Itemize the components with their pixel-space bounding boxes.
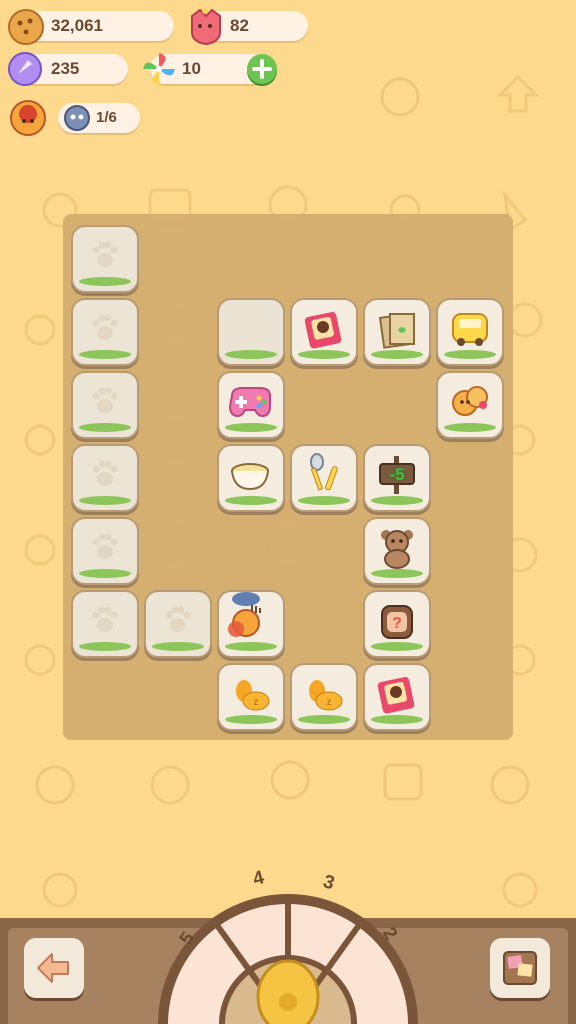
sleepy-chick-icon — [228, 592, 261, 637]
item-tile-signpost[interactable]: -5 — [365, 446, 429, 510]
paper-bag-icon — [378, 313, 415, 350]
dial-label-4: 4 — [251, 867, 267, 890]
paw-icon — [92, 533, 118, 559]
grass-patch — [371, 569, 423, 578]
inventory-button[interactable] — [490, 938, 550, 998]
golden-egg-icon[interactable] — [256, 959, 320, 1024]
teddy-bear-icon — [381, 530, 413, 570]
pink-heart-face-icon — [191, 8, 221, 46]
item-tile-sleeping-egg[interactable]: z — [219, 665, 283, 729]
pinwheel-flower-icon — [143, 53, 175, 85]
item-tile-sleeping-egg[interactable]: z — [292, 665, 356, 729]
grass-patch — [371, 350, 423, 359]
mystery-chest-icon: ? — [381, 605, 413, 640]
game-controller-icon — [228, 387, 271, 418]
paw-icon — [92, 387, 118, 413]
locked-tile[interactable] — [73, 519, 137, 583]
locked-tile[interactable] — [73, 446, 137, 510]
sleeping-egg-icon: z — [309, 680, 343, 711]
locked-tile[interactable] — [73, 592, 137, 656]
grass-patch — [79, 496, 131, 505]
grass-patch — [79, 277, 131, 286]
yellow-bus-icon — [452, 313, 488, 347]
item-tile-game-controller[interactable] — [219, 373, 283, 437]
grass-patch — [79, 642, 131, 651]
storybook-icon — [304, 312, 342, 349]
flowers-value: 10 — [182, 59, 201, 78]
grass-patch — [79, 350, 131, 359]
grass-patch — [152, 642, 204, 651]
spoon-fork-icon — [310, 453, 338, 492]
locked-tile[interactable] — [146, 592, 210, 656]
grass-patch — [444, 350, 496, 359]
item-tile-storybook[interactable] — [365, 665, 429, 729]
item-tile-chick-toys[interactable] — [438, 373, 502, 437]
item-tile-paper-bag[interactable] — [365, 300, 429, 364]
hearts-value: 82 — [230, 16, 249, 35]
grass-patch — [79, 569, 131, 578]
item-tile-soup-bowl[interactable] — [219, 446, 283, 510]
locked-tile[interactable] — [73, 227, 137, 291]
item-tile-mystery-chest[interactable]: ? — [365, 592, 429, 656]
item-tile-yellow-bus[interactable] — [438, 300, 502, 364]
locked-tile[interactable] — [73, 373, 137, 437]
grass-patch — [371, 642, 423, 651]
paw-icon — [92, 241, 118, 267]
quest-progress-value: 1/6 — [96, 109, 117, 126]
grass-patch — [298, 715, 350, 724]
soup-bowl-icon — [231, 463, 269, 491]
grass-patch — [225, 642, 277, 651]
chick-avatar-icon[interactable] — [6, 96, 50, 138]
add-flowers-button[interactable] — [247, 54, 277, 84]
grass-patch — [225, 350, 277, 359]
chick-toys-icon — [452, 386, 488, 417]
paw-icon — [92, 606, 118, 632]
arrow-left-icon — [37, 953, 69, 983]
item-tile-teddy-bear[interactable] — [365, 519, 429, 583]
paw-icon — [92, 460, 118, 486]
grass-patch — [225, 423, 277, 432]
coins-value: 32,061 — [51, 16, 103, 35]
dial-label-3: 3 — [320, 871, 337, 894]
photo-album-icon — [503, 951, 537, 985]
grass-patch — [371, 715, 423, 724]
gems-value: 235 — [51, 59, 80, 78]
empty-tile[interactable] — [219, 300, 283, 364]
item-tile-spoon-fork[interactable] — [292, 446, 356, 510]
robot-helper-icon — [64, 105, 90, 131]
grass-patch — [225, 496, 277, 505]
signpost-label: -5 — [389, 465, 405, 485]
item-tile-storybook[interactable] — [292, 300, 356, 364]
grass-patch — [444, 423, 496, 432]
svg-text:z: z — [327, 697, 332, 708]
grass-patch — [298, 350, 350, 359]
paw-icon — [165, 606, 191, 632]
svg-text:?: ? — [392, 615, 402, 632]
item-tile-sleepy-chick[interactable] — [219, 592, 283, 656]
grass-patch — [298, 496, 350, 505]
storybook-icon — [377, 677, 415, 714]
paw-icon — [92, 314, 118, 340]
grass-patch — [79, 423, 131, 432]
svg-text:z: z — [254, 697, 259, 708]
grass-patch — [371, 496, 423, 505]
plus-icon — [252, 59, 272, 79]
back-button[interactable] — [24, 938, 84, 998]
sleeping-egg-icon: z — [236, 680, 270, 711]
locked-tile[interactable] — [73, 300, 137, 364]
grass-patch — [225, 715, 277, 724]
level-dial[interactable]: 5 4 3 2 — [150, 842, 426, 1024]
cookie-coin-icon — [8, 9, 44, 45]
crystal-gem-icon — [8, 52, 42, 86]
